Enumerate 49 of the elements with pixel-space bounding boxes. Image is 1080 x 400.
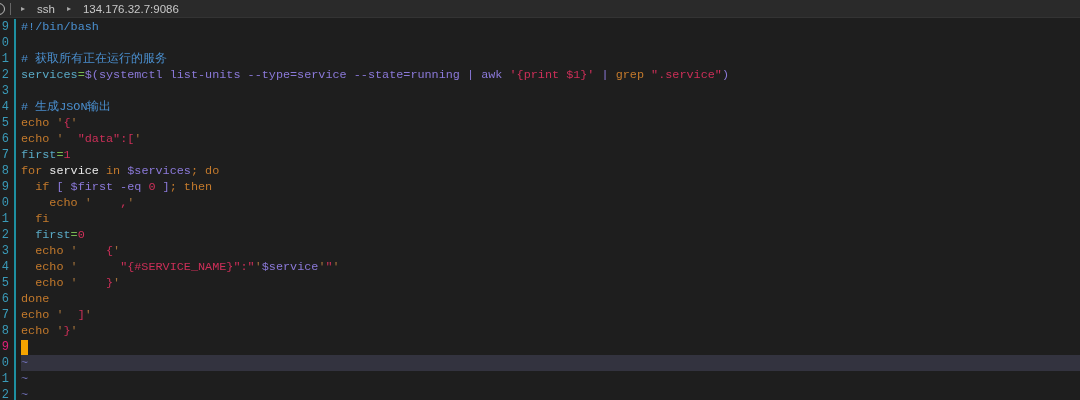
code-line: first=1 bbox=[21, 147, 72, 163]
code-line: #!/bin/bash bbox=[21, 19, 100, 35]
breadcrumb-item[interactable]: 134.176.32.7:9086 bbox=[82, 2, 179, 15]
empty-line-tilde: ~ bbox=[21, 387, 30, 400]
code-line: done bbox=[21, 291, 51, 307]
line-number: 9 bbox=[0, 20, 9, 34]
line-number: 2 bbox=[0, 228, 9, 242]
breadcrumb-arrow: ▸ bbox=[21, 4, 25, 13]
empty-line-tilde: ~ bbox=[21, 355, 1080, 371]
line-number: 4 bbox=[0, 100, 9, 114]
code-line: # 生成JSON输出 bbox=[21, 99, 113, 115]
breadcrumb-arrow: ▸ bbox=[66, 4, 71, 13]
code-line: echo '{' bbox=[21, 115, 79, 131]
code-line: echo ' {' bbox=[34, 243, 122, 259]
line-number: 6 bbox=[0, 292, 9, 306]
code-line: echo ' ]' bbox=[21, 307, 93, 323]
line-number: 5 bbox=[0, 276, 9, 290]
code-line: echo ' }' bbox=[34, 275, 122, 291]
code-line: first=0 bbox=[34, 227, 86, 243]
line-number: 6 bbox=[0, 132, 9, 146]
line-number: 8 bbox=[0, 164, 9, 178]
line-number: 9 bbox=[0, 180, 9, 194]
line-number: 1 bbox=[0, 372, 9, 386]
code-line: echo ' "data":[' bbox=[21, 131, 143, 147]
code-line: if [ $first -eq 0 ]; then bbox=[34, 179, 214, 195]
code-line: for service in $services; do bbox=[21, 163, 221, 179]
breadcrumb-item[interactable]: ssh bbox=[37, 2, 55, 15]
line-number: 5 bbox=[0, 116, 9, 130]
line-number: 2 bbox=[0, 68, 9, 82]
code-line: services=$(systemctl list-units --type=service --state=running | awk '{print $1}' | grep ".service") bbox=[21, 67, 730, 83]
code-line: # 获取所有正在运行的服务 bbox=[21, 51, 169, 67]
line-number: 1 bbox=[0, 212, 9, 226]
line-number: 7 bbox=[0, 148, 9, 162]
empty-line-tilde: ~ bbox=[21, 371, 30, 387]
code-line: echo '}' bbox=[21, 323, 79, 339]
code-line: fi bbox=[34, 211, 51, 227]
code-line: echo ' "{#SERVICE_NAME}":"'$service'"' bbox=[34, 259, 341, 275]
line-number: 9 bbox=[0, 340, 9, 354]
line-number: 3 bbox=[0, 84, 9, 98]
line-number: 0 bbox=[0, 356, 9, 370]
line-number: 0 bbox=[0, 196, 9, 210]
code-line: echo ' ,' bbox=[48, 195, 136, 211]
line-number: 1 bbox=[0, 52, 9, 66]
line-number: 0 bbox=[0, 36, 9, 50]
line-number: 4 bbox=[0, 260, 9, 274]
line-number: 3 bbox=[0, 244, 9, 258]
line-number: 2 bbox=[0, 388, 9, 400]
line-number: 8 bbox=[0, 324, 9, 338]
line-number: 7 bbox=[0, 308, 9, 322]
